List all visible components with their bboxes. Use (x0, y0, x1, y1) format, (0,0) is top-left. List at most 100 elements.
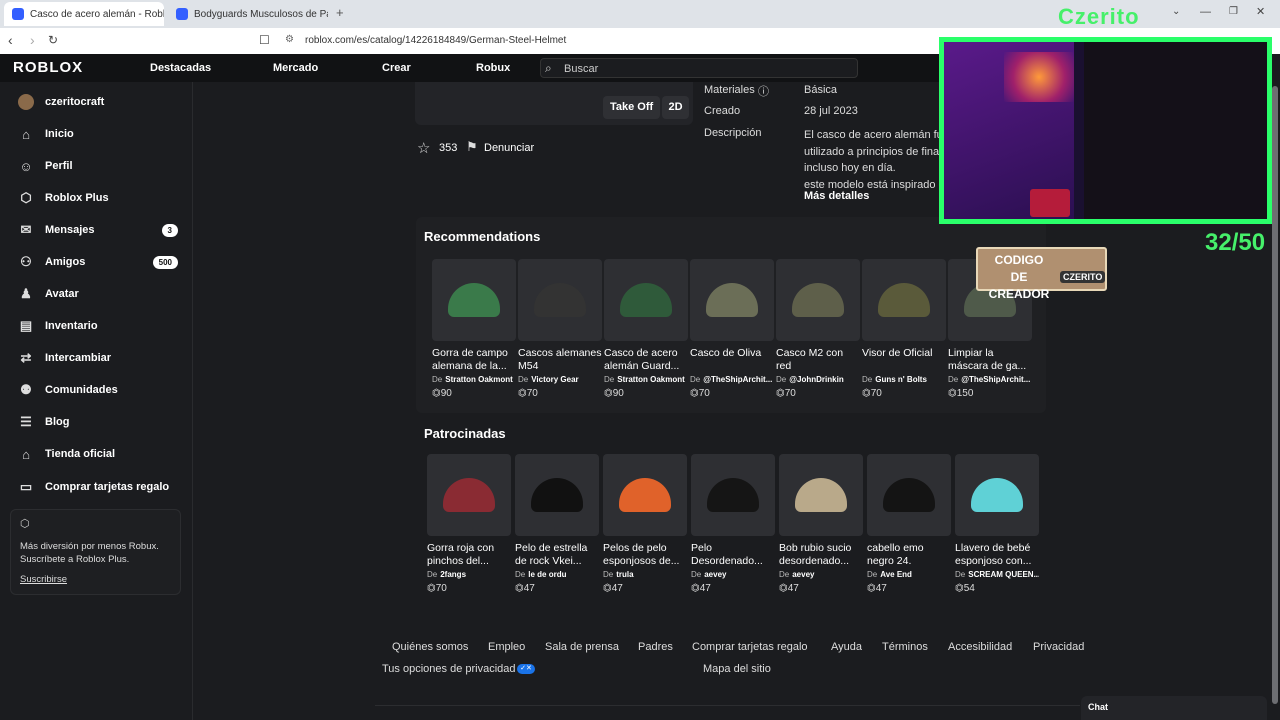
item-creator[interactable]: De 2fangs (427, 570, 511, 579)
minimize-icon[interactable]: — (1200, 6, 1211, 18)
item-thumbnail[interactable] (776, 259, 860, 341)
item-creator[interactable]: De Ave End (867, 570, 951, 579)
item-name[interactable]: Llavero de bebé esponjoso con... (955, 542, 1039, 568)
favorite-star-icon[interactable]: ☆ (417, 139, 430, 157)
item-name[interactable]: Gorra de campo alemana de la... (432, 347, 516, 373)
item-name[interactable]: Pelo Desordenado... (691, 542, 775, 568)
nav-robux[interactable]: Robux (476, 62, 510, 74)
tab-list-icon[interactable]: ⌄ (1172, 6, 1180, 17)
item-creator[interactable]: De Guns n' Bolts (862, 375, 946, 384)
footer-link[interactable]: Padres (638, 641, 673, 653)
item-thumbnail[interactable] (691, 454, 775, 536)
item-name[interactable]: Pelo de estrella de rock Vkei... (515, 542, 599, 568)
item-thumbnail[interactable] (432, 259, 516, 341)
item-creator[interactable]: De Stratton Oakmont (432, 375, 516, 384)
bookmark-icon[interactable]: ☐ (259, 33, 270, 47)
scrollbar-thumb[interactable] (1272, 86, 1278, 704)
item-thumbnail[interactable] (862, 259, 946, 341)
subscribe-link[interactable]: Suscribirse (20, 574, 67, 585)
recommendation-card[interactable]: Casco M2 con red De @JohnDrinkin ⏣70 (776, 259, 862, 399)
sponsored-card[interactable]: Pelos de pelo esponjosos de... De trula ⏣47 (603, 454, 689, 594)
footer-link[interactable]: Sala de prensa (545, 641, 619, 653)
recommendation-card[interactable]: Gorra de campo alemana de la... De Stratto… (432, 259, 518, 399)
sponsored-card[interactable]: Gorra roja con pinchos del... De 2fangs ⏣70 (427, 454, 513, 594)
view-2d-button[interactable]: 2D (662, 96, 689, 119)
item-name[interactable]: cabello emo negro 24. (867, 542, 951, 568)
item-name[interactable]: Cascos alemanes M54 (518, 347, 602, 373)
item-thumbnail[interactable] (604, 259, 688, 341)
item-name[interactable]: Casco de Oliva (690, 347, 774, 373)
item-thumbnail[interactable] (518, 259, 602, 341)
chat-button[interactable]: Chat (1081, 696, 1267, 720)
footer-link[interactable]: Privacidad (1033, 641, 1084, 653)
roblox-logo[interactable]: ROBLOX (13, 59, 83, 76)
recommendation-card[interactable]: Casco de Oliva De @TheShipArchit... ⏣70 (690, 259, 776, 399)
sponsored-card[interactable]: Llavero de bebé esponjoso con... De SCREAM… (955, 454, 1041, 594)
site-info-icon[interactable]: ⚙ (285, 34, 294, 45)
sidebar-item-inventario[interactable]: ▤ Inventario (18, 316, 178, 336)
sidebar-item-blog[interactable]: ☰ Blog (18, 412, 178, 432)
item-creator[interactable]: De SCREAM QUEEN... (955, 570, 1039, 579)
sidebar-item-mensajes[interactable]: ✉ Mensajes 3 (18, 220, 178, 240)
footer-link[interactable]: Ayuda (831, 641, 862, 653)
footer-link[interactable]: Términos (882, 641, 928, 653)
sidebar-item-comunidades[interactable]: ⚉ Comunidades (18, 380, 178, 400)
new-tab-button[interactable]: + (336, 5, 344, 20)
privacy-choices-link[interactable]: Tus opciones de privacidad (382, 663, 516, 675)
item-creator[interactable]: De Victory Gear (518, 375, 602, 384)
nav-destacadas[interactable]: Destacadas (150, 62, 211, 74)
item-thumbnail[interactable] (427, 454, 511, 536)
reload-icon[interactable]: ↻ (48, 33, 58, 47)
sidebar-item-avatar[interactable]: ♟ Avatar (18, 284, 178, 304)
sidebar-item-intercambiar[interactable]: ⇄ Intercambiar (18, 348, 178, 368)
nav-crear[interactable]: Crear (382, 62, 411, 74)
item-name[interactable]: Casco M2 con red (776, 347, 860, 373)
recommendation-card[interactable]: Casco de acero alemán Guard... De Stratton… (604, 259, 690, 399)
sidebar-item-amigos[interactable]: ⚇ Amigos 500 (18, 252, 178, 272)
item-creator[interactable]: De @JohnDrinkin (776, 375, 860, 384)
sitemap-link[interactable]: Mapa del sitio (703, 663, 771, 675)
sidebar-item-tarjetas-regalo[interactable]: ▭ Comprar tarjetas regalo (18, 477, 188, 497)
item-name[interactable]: Bob rubio sucio desordenado... (779, 542, 863, 568)
privacy-toggle-icon[interactable]: ✓✕ (517, 664, 535, 674)
recommendation-card[interactable]: Cascos alemanes M54 De Victory Gear ⏣70 (518, 259, 604, 399)
sidebar-item-inicio[interactable]: ⌂ Inicio (18, 124, 178, 144)
take-off-button[interactable]: Take Off (603, 96, 661, 119)
item-thumbnail[interactable] (515, 454, 599, 536)
item-name[interactable]: Limpiar la máscara de ga... (948, 347, 1032, 373)
url-field[interactable]: roblox.com/es/catalog/14226184849/German… (305, 35, 566, 46)
item-creator[interactable]: De @TheShipArchit... (948, 375, 1032, 384)
item-creator[interactable]: De le de ordu (515, 570, 599, 579)
item-creator[interactable]: De trula (603, 570, 687, 579)
sponsored-card[interactable]: Pelo de estrella de rock Vkei... De le de … (515, 454, 601, 594)
item-name[interactable]: Gorra roja con pinchos del... (427, 542, 511, 568)
item-name[interactable]: Casco de acero alemán Guard... (604, 347, 688, 373)
footer-link[interactable]: Comprar tarjetas regalo (692, 641, 808, 653)
sidebar-item-tienda-oficial[interactable]: ⌂ Tienda oficial (18, 444, 178, 464)
item-creator[interactable]: De aevey (779, 570, 863, 579)
maximize-icon[interactable]: ❐ (1229, 6, 1238, 17)
sidebar-item-roblox-plus[interactable]: ⬡ Roblox Plus (18, 188, 178, 208)
item-thumbnail[interactable] (779, 454, 863, 536)
back-icon[interactable]: ‹ (8, 32, 13, 48)
item-creator[interactable]: De @TheShipArchit... (690, 375, 774, 384)
more-details-link[interactable]: Más detalles (804, 190, 869, 202)
item-thumbnail[interactable] (603, 454, 687, 536)
tab-bodyguards[interactable]: Bodyguards Musculosos de Pastor A ✕ (168, 2, 328, 26)
footer-link[interactable]: Empleo (488, 641, 525, 653)
item-thumbnail[interactable] (955, 454, 1039, 536)
sponsored-card[interactable]: Bob rubio sucio desordenado... De aevey ⏣47 (779, 454, 865, 594)
sponsored-card[interactable]: cabello emo negro 24. De Ave End ⏣47 (867, 454, 953, 594)
footer-link[interactable]: Quiénes somos (392, 641, 468, 653)
item-creator[interactable]: De Stratton Oakmont (604, 375, 688, 384)
item-name[interactable]: Pelos de pelo esponjosos de... (603, 542, 687, 568)
sidebar-item-perfil[interactable]: ☺ Perfil (18, 156, 178, 176)
item-thumbnail[interactable] (690, 259, 774, 341)
flag-icon[interactable]: ⚑ (466, 139, 478, 155)
footer-link[interactable]: Accesibilidad (948, 641, 1012, 653)
item-thumbnail[interactable] (867, 454, 951, 536)
info-icon[interactable]: ⓘ (758, 83, 769, 99)
item-creator[interactable]: De aevey (691, 570, 775, 579)
recommendation-card[interactable]: Visor de Oficial De Guns n' Bolts ⏣70 (862, 259, 948, 399)
sponsored-card[interactable]: Pelo Desordenado... De aevey ⏣47 (691, 454, 777, 594)
